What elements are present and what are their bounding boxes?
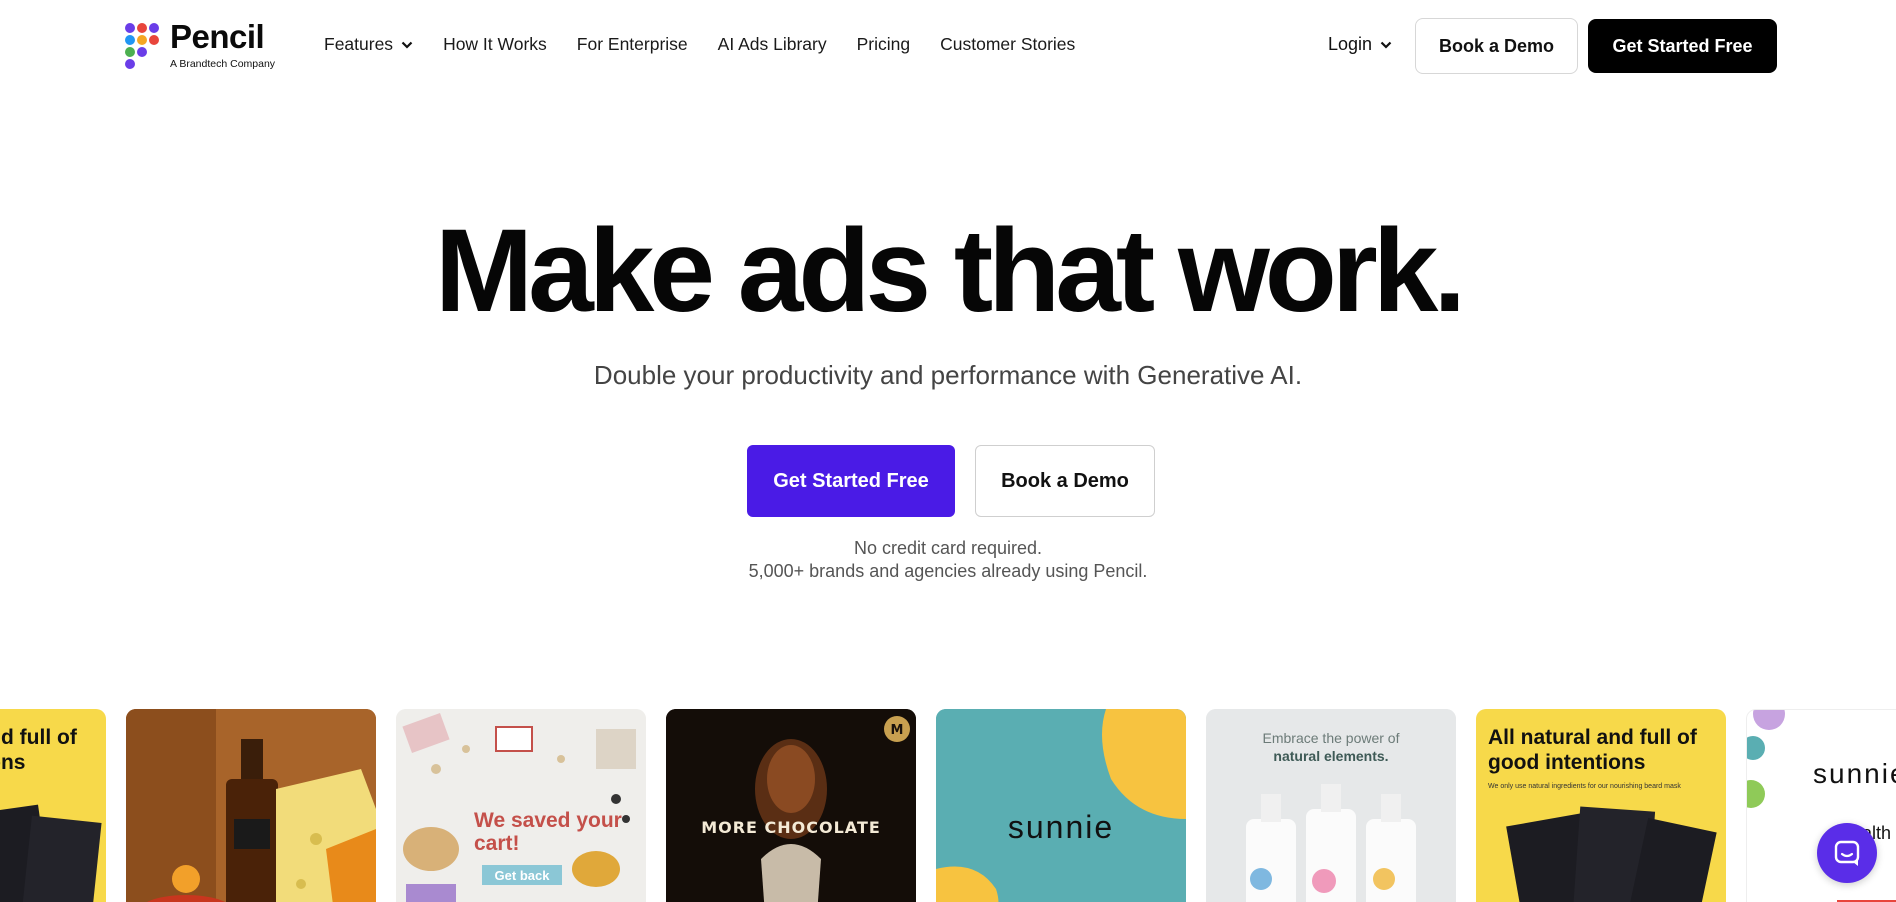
hero-cta-row: Get Started Free Book a Demo bbox=[747, 445, 1155, 517]
nav-how-it-works[interactable]: How It Works bbox=[443, 34, 547, 55]
ad-card-beard-mask: All natural and full of good intentions … bbox=[1476, 709, 1726, 902]
ad-card-saved-cart: We saved your cart! Get back bbox=[396, 709, 646, 902]
ad-card-whisky-cheese bbox=[126, 709, 376, 902]
ad-card-more-chocolate: M MORE CHOCOLATE bbox=[666, 709, 916, 902]
ad-headline: All natural and full of good intentions bbox=[1488, 726, 1697, 774]
login-label: Login bbox=[1328, 34, 1373, 54]
svg-text:M: M bbox=[891, 723, 904, 738]
ad-headline: We saved your cart! bbox=[474, 809, 622, 855]
get-started-button[interactable]: Get Started Free bbox=[747, 445, 955, 517]
ad-gallery: All natural and full of good intentions bbox=[0, 709, 1896, 902]
logo-tagline: A Brandtech Company bbox=[170, 58, 276, 70]
logo-wordmark: Pencil bbox=[170, 18, 265, 55]
nav-ai-ads-library[interactable]: AI Ads Library bbox=[718, 34, 827, 55]
sunnie-partial-image bbox=[1747, 710, 1896, 902]
ad-card-beard-mask-partial: All natural and full of good intentions bbox=[0, 709, 106, 902]
sunnie-background-image bbox=[936, 709, 1186, 902]
chevron-down-icon bbox=[401, 41, 413, 49]
logo-dots-icon bbox=[125, 23, 159, 69]
book-demo-button-header[interactable]: Book a Demo bbox=[1415, 18, 1578, 74]
ad-card-simple-serums: Embrace the power of natural elements. bbox=[1206, 709, 1456, 902]
login-menu[interactable]: Login bbox=[1328, 34, 1392, 55]
book-demo-button[interactable]: Book a Demo bbox=[975, 445, 1155, 517]
site-header: Pencil A Brandtech Company Features How … bbox=[0, 0, 1896, 92]
nav-features[interactable]: Features bbox=[324, 34, 413, 55]
sunnie-brand-text: sunnie bbox=[1813, 758, 1896, 789]
chevron-down-icon bbox=[1380, 41, 1392, 49]
get-started-button-header[interactable]: Get Started Free bbox=[1588, 19, 1777, 73]
ad-subline: We only use natural ingredients for our … bbox=[1488, 783, 1681, 790]
nav-pricing[interactable]: Pricing bbox=[857, 34, 911, 55]
chocolate-ice-cream-image: M bbox=[666, 709, 916, 902]
hero-title: Make ads that work. bbox=[434, 205, 1466, 337]
ad-card-sunnie: sunnie bbox=[936, 709, 1186, 902]
brands-count-note: 5,000+ brands and agencies already using… bbox=[748, 561, 1148, 581]
get-back-button: Get back bbox=[482, 865, 562, 885]
pencil-logo[interactable]: Pencil A Brandtech Company bbox=[124, 18, 276, 72]
ad-headline: MORE CHOCOLATE bbox=[701, 818, 881, 837]
nav-features-label: Features bbox=[324, 34, 394, 54]
no-credit-card-note: No credit card required. bbox=[853, 538, 1043, 558]
chat-icon bbox=[1834, 840, 1860, 866]
nav-for-enterprise[interactable]: For Enterprise bbox=[577, 34, 688, 55]
ad-headline: Embrace the power of natural elements. bbox=[1206, 729, 1456, 765]
chat-launcher-button[interactable] bbox=[1817, 823, 1877, 883]
ad-line2: natural elements. bbox=[1273, 748, 1389, 764]
nav-customer-stories[interactable]: Customer Stories bbox=[940, 34, 1075, 55]
main-nav: Features How It Works For Enterprise AI … bbox=[324, 34, 1075, 55]
hero-subtitle: Double your productivity and performance… bbox=[593, 360, 1303, 390]
ad-card-sunnie-partial: sunnie Health kids daily bbox=[1746, 709, 1896, 902]
whisky-cheese-image bbox=[126, 709, 376, 902]
sunnie-brand-text: sunnie bbox=[1007, 809, 1115, 845]
ad-headline: All natural and full of good intentions bbox=[0, 726, 77, 774]
ad-line1: Embrace the power of bbox=[1262, 730, 1400, 746]
